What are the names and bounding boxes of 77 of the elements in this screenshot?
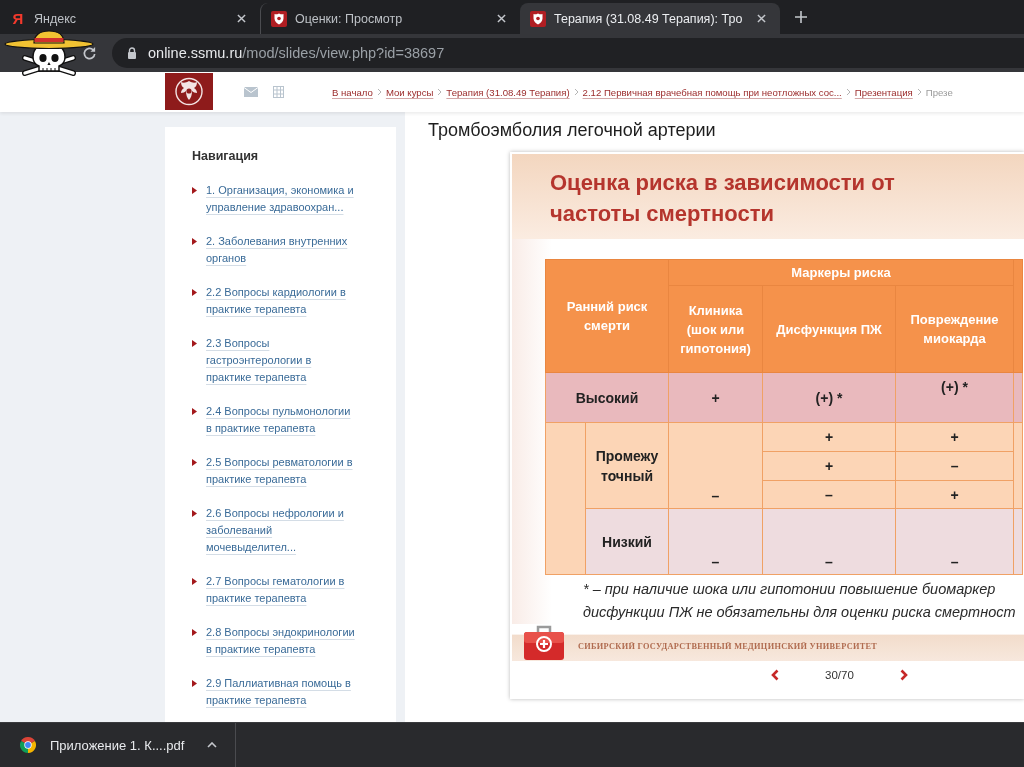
triangle-icon [192, 238, 197, 245]
address-field[interactable]: online.ssmu.ru/mod/slides/view.php?id=38697 [112, 38, 1024, 68]
chevron-left-icon [771, 668, 779, 681]
nav-link[interactable]: 2.7 Вопросы гематологии в практике терапевта [206, 573, 356, 607]
table-cell: – [668, 422, 763, 509]
table-cell: Промежу точный [585, 422, 669, 509]
chevron-icon [916, 88, 922, 96]
nav-link[interactable]: 1. Организация, экономика и управление здравоохран... [206, 182, 356, 216]
table-cell: – [895, 451, 1014, 481]
table-cell: – [762, 508, 896, 575]
triangle-icon [192, 629, 197, 636]
crest-icon [271, 10, 287, 27]
browser-tab[interactable]: Я Яндекс [0, 3, 260, 34]
table-header: Ранний риск смерти [545, 259, 669, 373]
table-cell: + [762, 451, 896, 481]
breadcrumb-link[interactable]: Терапия (31.08.49 Терапия) [446, 86, 570, 98]
medkit-icon [523, 624, 565, 661]
close-icon[interactable] [757, 14, 766, 23]
table-header: Повреждение миокарда [895, 285, 1014, 373]
table-cell: + [668, 372, 763, 423]
table-header: Дисфункция ПЖ [762, 285, 896, 373]
footnote-text: дисфункции ПЖ не обязательны для оценки риска смертност [583, 603, 1017, 622]
breadcrumb-link[interactable]: В начало [332, 86, 373, 98]
plus-icon [795, 11, 807, 23]
nav-link[interactable]: 2.9 Паллиативная помощь в практике терапевта [206, 675, 356, 709]
footnote-text: * – при наличие шока или гипотонии повышение биомаркер [583, 580, 997, 599]
chevron-icon [845, 88, 851, 96]
nav-link[interactable]: 2. Заболевания внутренних органов [206, 233, 356, 267]
lock-icon [127, 47, 137, 59]
breadcrumb-link[interactable]: Презентация [854, 86, 913, 98]
triangle-icon [192, 340, 197, 347]
nav-link[interactable]: 2.6 Вопросы нефрологии и заболеваний мочевыделител... [206, 505, 356, 556]
triangle-icon [192, 578, 197, 585]
table-cell: (+) * [762, 372, 896, 423]
breadcrumb-link[interactable]: Мои курсы [385, 86, 434, 98]
browser-tab[interactable]: Терапия (31.08.49 Терапия): Тро [520, 3, 780, 34]
nav-link[interactable]: 2.5 Вопросы ревматологии в практике терапевта [206, 454, 356, 488]
download-item[interactable]: Приложение 1. К....pdf [20, 737, 185, 753]
nav-link[interactable]: 2.2 Вопросы кардиологии в практике терапевта [206, 284, 356, 318]
nav-link[interactable]: 2.8 Вопросы эндокринологии в практике терапевта [206, 624, 356, 658]
triangle-icon [192, 459, 197, 466]
table-cell: – [668, 508, 763, 575]
table-cell: (+) * [895, 372, 1014, 423]
app-icon [20, 737, 36, 753]
favicon-letter: Я [11, 10, 25, 27]
close-icon[interactable] [497, 14, 506, 23]
chevron-right-icon [899, 668, 908, 681]
table-cell: – [762, 480, 896, 509]
triangle-icon [192, 510, 197, 517]
slide-title: Оценка риска в зависимости от частоты смертности [550, 169, 896, 228]
breadcrumb-link[interactable]: 2.12 Первичная врачебная помощь при неотложных сос... [582, 86, 842, 98]
panel-title: Навигация [192, 149, 260, 163]
crest-icon [530, 10, 546, 27]
table-cell: + [895, 480, 1014, 509]
nav-link[interactable]: 2.4 Вопросы пульмонологии в практике терапевта [206, 403, 356, 437]
chevron-icon [376, 88, 382, 96]
nav-link[interactable]: 2.3 Вопросы гастроэнтерологии в практике терапевта [206, 335, 356, 386]
slide-counter: 30/70 [825, 668, 854, 681]
triangle-icon [192, 680, 197, 687]
table-cell: + [762, 422, 896, 452]
reload-icon[interactable] [82, 45, 97, 61]
university-name: СИБИРСКИЙ ГОСУДАРСТВЕННЫЙ МЕДИЦИНСКИЙ УНИВЕРСИТЕТ [578, 642, 878, 651]
table-cell: Низкий [585, 508, 669, 575]
table-cell: + [895, 422, 1014, 452]
table-cell: Высокий [545, 372, 669, 423]
table-header: Маркеры риска [668, 259, 1014, 286]
table-cell: – [895, 508, 1014, 575]
chevron-icon [573, 88, 579, 96]
triangle-icon [192, 289, 197, 296]
close-icon[interactable] [237, 14, 246, 23]
table-header: Клиника (шок или гипотония) [668, 285, 763, 373]
triangle-icon [192, 408, 197, 415]
caret-icon [207, 742, 218, 748]
triangle-icon [192, 187, 197, 194]
chevron-icon [437, 88, 443, 96]
emblem-icon[interactable] [165, 73, 213, 110]
page-title: Тромбоэмболия легочной артерии [428, 119, 717, 141]
